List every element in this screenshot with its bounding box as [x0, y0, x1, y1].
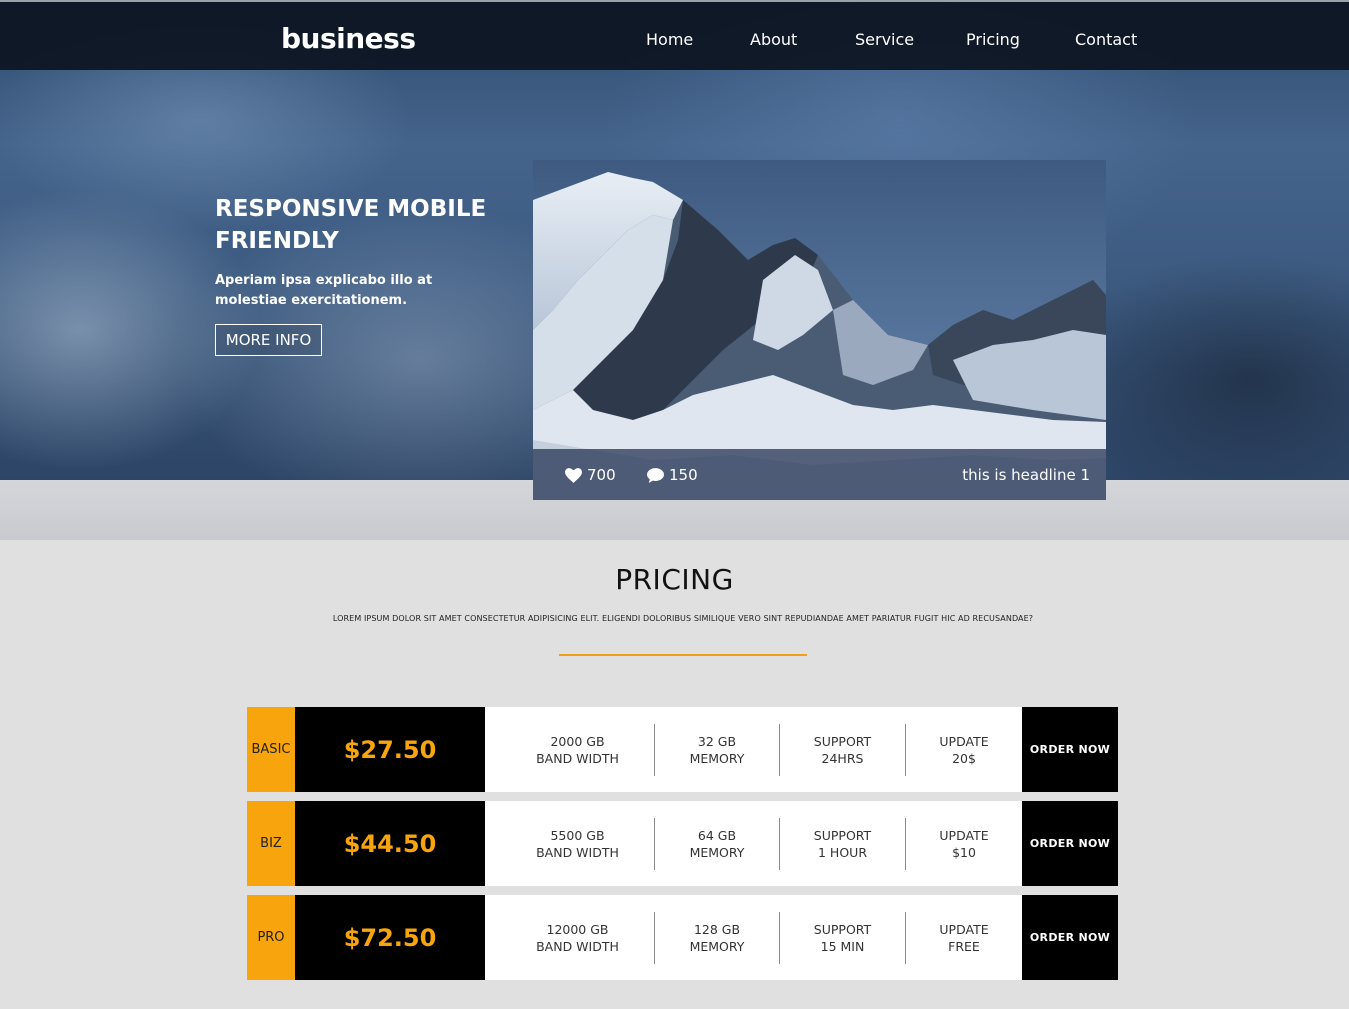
- comments-count: 150: [669, 466, 698, 484]
- order-now-button[interactable]: ORDER NOW: [1022, 707, 1118, 792]
- comment-icon: [647, 467, 664, 483]
- mountain-photo-card[interactable]: 700 150 this is headline 1: [533, 160, 1106, 500]
- feature-label: MEMORY: [689, 750, 745, 766]
- plan-row-pro: PRO $72.50 12000 GB BAND WIDTH 128 GB ME…: [247, 895, 1118, 980]
- feature-value: 128 GB: [693, 921, 741, 937]
- pricing-title: PRICING: [615, 563, 734, 596]
- feature-bandwidth: 2000 GB BAND WIDTH: [517, 724, 638, 776]
- feature-value: 64 GB: [697, 827, 737, 843]
- feature-label: 20$: [952, 750, 976, 766]
- likes-stat[interactable]: 700: [565, 466, 616, 484]
- feature-bandwidth: 5500 GB BAND WIDTH: [517, 818, 638, 870]
- feature-label: 1 HOUR: [818, 844, 867, 860]
- feature-value: 32 GB: [697, 733, 737, 749]
- order-now-button[interactable]: ORDER NOW: [1022, 895, 1118, 980]
- plan-features: 2000 GB BAND WIDTH 32 GB MEMORY SUPPORT …: [485, 707, 1022, 792]
- plan-name: PRO: [247, 895, 295, 980]
- feature-memory: 32 GB MEMORY: [655, 724, 779, 776]
- hero-title: RESPONSIVE MOBILE FRIENDLY: [215, 196, 487, 254]
- feature-value: SUPPORT: [813, 921, 872, 937]
- feature-support: SUPPORT 15 MIN: [780, 912, 905, 964]
- feature-value: UPDATE: [939, 921, 989, 937]
- feature-update: UPDATE 20$: [906, 724, 1022, 776]
- feature-update: UPDATE $10: [906, 818, 1022, 870]
- nav-service[interactable]: Service: [855, 30, 914, 49]
- heart-icon: [565, 467, 582, 483]
- photo-caption-bar: 700 150 this is headline 1: [533, 449, 1106, 500]
- feature-label: BAND WIDTH: [536, 938, 619, 954]
- feature-value: SUPPORT: [813, 827, 872, 843]
- hero-subtitle: Aperiam ipsa explicabo illo at molestiae…: [215, 273, 433, 308]
- feature-value: UPDATE: [939, 827, 989, 843]
- likes-count: 700: [587, 466, 616, 484]
- feature-label: MEMORY: [689, 938, 745, 954]
- feature-value: UPDATE: [939, 733, 989, 749]
- hero-section: RESPONSIVE MOBILE FRIENDLY Aperiam ipsa …: [0, 0, 1349, 540]
- plan-price: $72.50: [295, 895, 485, 980]
- nav-pricing[interactable]: Pricing: [966, 30, 1020, 49]
- card-headline[interactable]: this is headline 1: [962, 466, 1090, 484]
- pricing-divider: [559, 654, 807, 656]
- feature-label: BAND WIDTH: [536, 750, 619, 766]
- feature-label: BAND WIDTH: [536, 844, 619, 860]
- feature-label: 15 MIN: [820, 938, 865, 954]
- feature-memory: 64 GB MEMORY: [655, 818, 779, 870]
- feature-label: $10: [952, 844, 976, 860]
- nav-contact[interactable]: Contact: [1075, 30, 1137, 49]
- feature-value: 5500 GB: [550, 827, 605, 843]
- feature-label: 24HRS: [821, 750, 864, 766]
- feature-memory: 128 GB MEMORY: [655, 912, 779, 964]
- feature-value: 2000 GB: [550, 733, 605, 749]
- plan-features: 12000 GB BAND WIDTH 128 GB MEMORY SUPPOR…: [485, 895, 1022, 980]
- nav-home[interactable]: Home: [646, 30, 693, 49]
- navbar: business Home About Service Pricing Cont…: [0, 0, 1349, 70]
- comments-stat[interactable]: 150: [647, 466, 698, 484]
- plan-price: $27.50: [295, 707, 485, 792]
- more-info-button[interactable]: MORE INFO: [215, 324, 322, 356]
- feature-update: UPDATE FREE: [906, 912, 1022, 964]
- feature-bandwidth: 12000 GB BAND WIDTH: [517, 912, 638, 964]
- feature-value: SUPPORT: [813, 733, 872, 749]
- plan-name: BIZ: [247, 801, 295, 886]
- feature-label: MEMORY: [689, 844, 745, 860]
- plan-features: 5500 GB BAND WIDTH 64 GB MEMORY SUPPORT …: [485, 801, 1022, 886]
- feature-support: SUPPORT 1 HOUR: [780, 818, 905, 870]
- feature-support: SUPPORT 24HRS: [780, 724, 905, 776]
- nav-about[interactable]: About: [750, 30, 797, 49]
- feature-label: FREE: [948, 938, 980, 954]
- plan-name: BASIC: [247, 707, 295, 792]
- plan-price: $44.50: [295, 801, 485, 886]
- feature-value: 12000 GB: [546, 921, 609, 937]
- pricing-description: LOREM IPSUM DOLOR SIT AMET CONSECTETUR A…: [332, 614, 1034, 623]
- order-now-button[interactable]: ORDER NOW: [1022, 801, 1118, 886]
- plan-row-basic: BASIC $27.50 2000 GB BAND WIDTH 32 GB ME…: [247, 707, 1118, 792]
- plan-row-biz: BIZ $44.50 5500 GB BAND WIDTH 64 GB MEMO…: [247, 801, 1118, 886]
- brand-logo[interactable]: business: [281, 22, 416, 55]
